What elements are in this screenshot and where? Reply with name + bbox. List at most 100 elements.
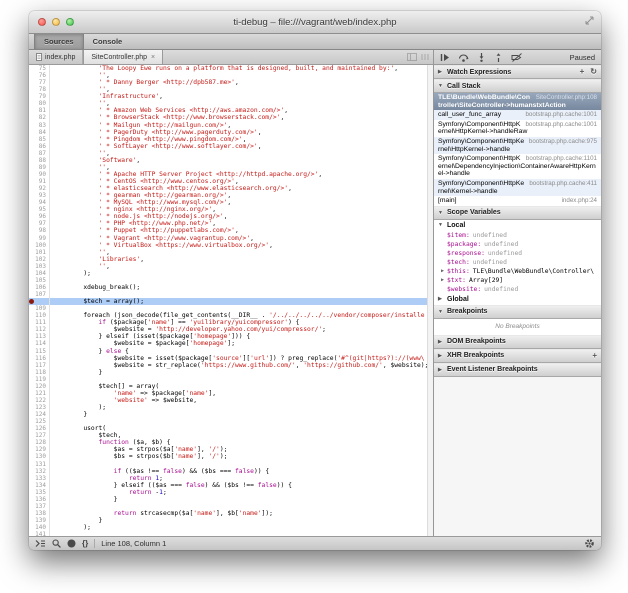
call-stack-frame[interactable]: index.php:24[main] xyxy=(434,196,601,206)
editor-scrollbar[interactable] xyxy=(427,65,433,536)
code-text[interactable]: ' * PHP <http://www.php.net/>', xyxy=(50,220,433,227)
tab-sources[interactable]: Sources xyxy=(34,34,84,49)
code-line[interactable]: 137 xyxy=(29,503,433,510)
code-text[interactable] xyxy=(50,277,433,284)
line-number[interactable]: 109 xyxy=(29,305,50,312)
code-text[interactable] xyxy=(50,418,433,425)
errors-badge-icon[interactable] xyxy=(67,539,76,548)
call-stack-frame[interactable]: bootstrap.php.cache:1001call_user_func_a… xyxy=(434,110,601,120)
code-text[interactable]: '', xyxy=(50,100,433,107)
code-line[interactable]: 109 xyxy=(29,305,433,312)
line-number[interactable]: 107 xyxy=(29,291,50,298)
code-line[interactable]: 94 ' * MySQL <http://www.mysql.com/>', xyxy=(29,199,433,206)
line-number[interactable]: 105 xyxy=(29,277,50,284)
code-line[interactable]: 122 'website' => $website, xyxy=(29,397,433,404)
code-text[interactable]: '', xyxy=(50,72,433,79)
line-number[interactable]: 120 xyxy=(29,383,50,390)
dock-panel-icon[interactable] xyxy=(407,53,417,61)
code-text[interactable]: } xyxy=(50,496,433,503)
line-number[interactable]: 87 xyxy=(29,150,50,157)
line-number[interactable]: 103 xyxy=(29,263,50,270)
line-number[interactable]: 140 xyxy=(29,524,50,531)
code-line[interactable]: 76 '', xyxy=(29,72,433,79)
code-line[interactable]: 134 } elseif (($as === false) && ($bs !=… xyxy=(29,482,433,489)
line-number[interactable]: 106 xyxy=(29,284,50,291)
scope-variables-header[interactable]: ▼ Scope Variables xyxy=(434,206,601,220)
line-number[interactable]: 86 xyxy=(29,143,50,150)
step-into-icon[interactable] xyxy=(477,53,486,62)
code-line[interactable]: 97 ' * PHP <http://www.php.net/>', xyxy=(29,220,433,227)
file-tab-sitecontroller-php[interactable]: SiteController.php × xyxy=(83,50,163,64)
code-text[interactable]: ' * CentOS <http://www.centos.org/>', xyxy=(50,178,433,185)
line-number[interactable]: 97 xyxy=(29,220,50,227)
code-line[interactable]: 132 if (($as !== false) && ($bs === fals… xyxy=(29,468,433,475)
code-text[interactable]: ' * Danny Berger <http://dpb587.me>', xyxy=(50,79,433,86)
code-text[interactable]: $bs = strpos($b['name'], '/'); xyxy=(50,453,433,460)
code-text[interactable]: usort( xyxy=(50,425,433,432)
code-line[interactable]: 118 } xyxy=(29,369,433,376)
refresh-watch-button[interactable]: ↻ xyxy=(590,68,597,76)
code-line[interactable]: 96 ' * node.js <http://nodejs.org/>', xyxy=(29,213,433,220)
line-number[interactable]: 127 xyxy=(29,432,50,439)
code-text[interactable]: } xyxy=(50,517,433,524)
code-text[interactable]: ' * Apache HTTP Server Project <http://h… xyxy=(50,171,433,178)
code-line[interactable]: 138 return strcasecmp($a['name'], $b['na… xyxy=(29,510,433,517)
code-line[interactable]: 116 $website = isset($package['source'][… xyxy=(29,355,433,362)
code-line[interactable]: 85 ' * Pingdom <http://www.pingdom.com/>… xyxy=(29,136,433,143)
line-number[interactable]: 95 xyxy=(29,206,50,213)
code-text[interactable]: ' * Puppet <http://puppetlabs.com/>', xyxy=(50,227,433,234)
line-number[interactable]: 104 xyxy=(29,270,50,277)
code-text[interactable]: return -1; xyxy=(50,489,433,496)
line-number[interactable]: 91 xyxy=(29,178,50,185)
code-text[interactable]: ' * MySQL <http://www.mysql.com/>', xyxy=(50,199,433,206)
close-tab-icon[interactable]: × xyxy=(151,54,155,61)
line-number[interactable]: 128 xyxy=(29,439,50,446)
code-line[interactable]: 105 xyxy=(29,277,433,284)
xhr-breakpoints-header[interactable]: ▶ XHR Breakpoints + xyxy=(434,349,601,363)
code-text[interactable]: if (($as !== false) && ($bs === false)) … xyxy=(50,468,433,475)
code-line[interactable]: 120 $tech[] = array( xyxy=(29,383,433,390)
line-number[interactable]: 94 xyxy=(29,199,50,206)
code-line[interactable]: 93 ' * gearman <http://gearman.org/>', xyxy=(29,192,433,199)
call-stack-frame[interactable]: bootstrap.php.cache:411Symfony\Component… xyxy=(434,179,601,196)
line-number[interactable]: 80 xyxy=(29,100,50,107)
line-number[interactable]: 77 xyxy=(29,79,50,86)
code-text[interactable]: ' * elasticsearch <http://www.elasticsea… xyxy=(50,185,433,192)
line-number[interactable]: 102 xyxy=(29,256,50,263)
titlebar[interactable]: ti-debug – file:///vagrant/web/index.php xyxy=(29,11,601,34)
console-drawer-icon[interactable] xyxy=(35,539,46,548)
code-text[interactable]: '', xyxy=(50,263,433,270)
line-number[interactable]: 88 xyxy=(29,157,50,164)
line-number[interactable]: 96 xyxy=(29,213,50,220)
code-text[interactable]: } elseif (isset($package['homepage'])) { xyxy=(50,333,433,340)
code-text[interactable]: '', xyxy=(50,150,433,157)
code-line[interactable]: 75 'The Loopy Ewe runs on a platform tha… xyxy=(29,65,433,72)
code-line[interactable]: 86 ' * SoftLayer <http://www.softlayer.c… xyxy=(29,143,433,150)
line-number[interactable]: 92 xyxy=(29,185,50,192)
code-text[interactable]: 'Software', xyxy=(50,157,433,164)
code-text[interactable]: $website = $package['homepage']; xyxy=(50,340,433,347)
line-number[interactable]: 117 xyxy=(29,362,50,369)
line-number[interactable]: 78 xyxy=(29,86,50,93)
code-line[interactable]: 91 ' * CentOS <http://www.centos.org/>', xyxy=(29,178,433,185)
code-line[interactable]: 101 '', xyxy=(29,249,433,256)
variable-row[interactable]: ▶$this:TLE\Bundle\WebBundle\Controller\ xyxy=(434,267,601,276)
code-text[interactable]: $tech, xyxy=(50,432,433,439)
code-text[interactable] xyxy=(50,531,433,536)
dom-breakpoints-header[interactable]: ▶ DOM Breakpoints xyxy=(434,335,601,349)
code-text[interactable]: $website = 'http://developer.yahoo.com/y… xyxy=(50,326,433,333)
line-number[interactable]: 139 xyxy=(29,517,50,524)
call-stack-header[interactable]: ▼ Call Stack xyxy=(434,79,601,93)
line-number[interactable]: 89 xyxy=(29,164,50,171)
code-text[interactable]: 'Infrastructure', xyxy=(50,93,433,100)
continue-icon[interactable] xyxy=(440,53,450,62)
call-stack-frame[interactable]: SiteController.php:108TLE\Bundle\WebBund… xyxy=(434,93,601,110)
line-number[interactable]: 121 xyxy=(29,390,50,397)
code-line[interactable]: 129 $as = strpos($a['name'], '/'); xyxy=(29,446,433,453)
variable-row[interactable]: $package:undefined xyxy=(434,240,601,249)
code-text[interactable]: 'Libraries', xyxy=(50,256,433,263)
line-number[interactable]: 98 xyxy=(29,227,50,234)
line-number[interactable]: 76 xyxy=(29,72,50,79)
line-number[interactable]: 79 xyxy=(29,93,50,100)
code-line[interactable]: 126 usort( xyxy=(29,425,433,432)
